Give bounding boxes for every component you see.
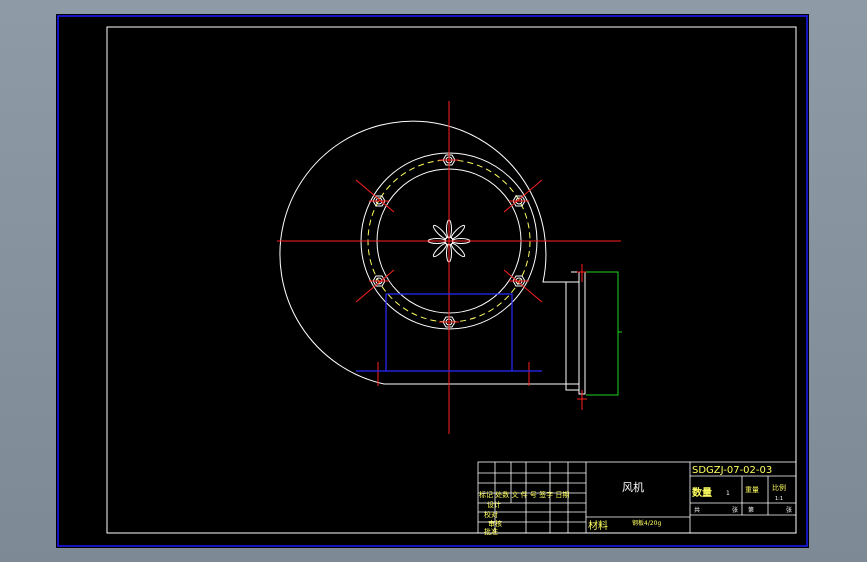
sheet-total-label: 共 bbox=[694, 506, 700, 514]
outlet-flange bbox=[578, 271, 586, 395]
role-approve: 批准 bbox=[484, 527, 498, 536]
role-review: 审核 bbox=[488, 519, 502, 528]
sheet-unit-2: 张 bbox=[786, 506, 792, 514]
role-check: 校对 bbox=[484, 510, 498, 519]
quantity-value: 1 bbox=[726, 490, 730, 497]
sheet-unit-1: 张 bbox=[732, 506, 738, 514]
material-value: 钢板4/20g bbox=[632, 519, 661, 527]
role-design: 设计 bbox=[487, 500, 501, 509]
revision-headers: 标记 处数 文 件 号 签字 日期 bbox=[479, 490, 569, 499]
part-name: 风机 bbox=[622, 480, 644, 494]
drawing-number: SDGZJ-07-02-03 bbox=[692, 465, 772, 476]
drawing-frame bbox=[106, 26, 797, 534]
outlet-dimension-bracket bbox=[586, 271, 619, 396]
fan-drawing[interactable] bbox=[277, 101, 622, 434]
quantity-label: 数量 bbox=[692, 486, 712, 499]
weight-label: 重量 bbox=[745, 486, 759, 494]
drawing-canvas[interactable]: SDGZJ-07-02-03 风机 数量 1 重量 比例 1:1 共 张 第 张… bbox=[56, 14, 809, 548]
scale-label: 比例 bbox=[772, 483, 786, 492]
cad-drawing: SDGZJ-07-02-03 风机 数量 1 重量 比例 1:1 共 张 第 张… bbox=[57, 15, 808, 547]
scale-value: 1:1 bbox=[775, 496, 783, 502]
sheet-index-label: 第 bbox=[748, 506, 754, 514]
outlet-duct bbox=[565, 281, 580, 391]
material-label: 材料 bbox=[588, 519, 608, 532]
volute-casing bbox=[279, 120, 580, 385]
